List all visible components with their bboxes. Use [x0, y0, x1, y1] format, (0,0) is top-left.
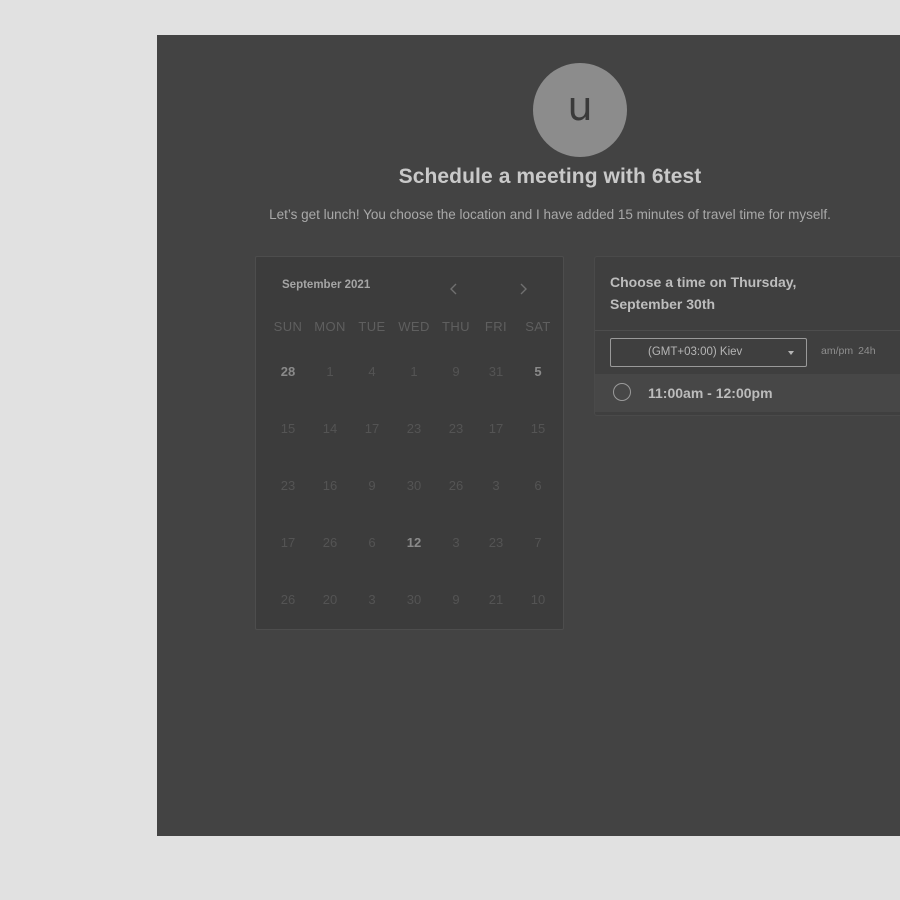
- calendar-day: 23: [448, 421, 464, 436]
- calendar-day: 7: [534, 535, 542, 550]
- calendar-day: 9: [452, 592, 460, 607]
- calendar-day: 21: [488, 592, 504, 607]
- calendar-day: 20: [322, 592, 338, 607]
- time-format-toggle: am/pm 24h: [821, 345, 876, 357]
- calendar-day[interactable]: 5: [518, 362, 558, 382]
- chevron-left-icon: [450, 283, 457, 295]
- calendar-day: 3: [492, 478, 500, 493]
- calendar-day[interactable]: 28: [268, 362, 308, 382]
- meeting-description: Let’s get lunch! You choose the location…: [269, 207, 831, 222]
- weekday-label: THU: [442, 319, 470, 334]
- previous-month-button[interactable]: [444, 279, 464, 299]
- calendar-day: 14: [322, 421, 338, 436]
- page-title: Schedule a meeting with 6test: [398, 165, 702, 188]
- calendar-day: 9: [452, 364, 460, 379]
- calendar-day: 6: [534, 478, 542, 493]
- calendar-day: 15: [280, 421, 296, 436]
- calendar-day: 1: [326, 364, 334, 379]
- weekday-label: FRI: [484, 319, 508, 334]
- calendar-day: 26: [448, 478, 464, 493]
- calendar-day: 16: [322, 478, 338, 493]
- timezone-value: (GMT+03:00) Kiev: [648, 346, 743, 358]
- divider: [595, 330, 900, 331]
- calendar-day: 3: [368, 592, 376, 607]
- weekday-label: TUE: [358, 319, 386, 334]
- calendar-month-label: September 2021: [282, 279, 371, 291]
- caret-down-icon: [788, 351, 794, 355]
- host-avatar: u: [533, 63, 627, 157]
- scheduling-panel: u Schedule a meeting with 6test Let’s ge…: [157, 35, 900, 836]
- calendar-day[interactable]: 12: [394, 533, 434, 553]
- weekday-label: SAT: [525, 319, 551, 334]
- radio-icon: [613, 383, 631, 401]
- time-slot-label: 11:00am - 12:00pm: [648, 385, 773, 401]
- calendar-day: 1: [410, 364, 418, 379]
- calendar-day: 17: [280, 535, 296, 550]
- format-24h-option[interactable]: 24h: [858, 345, 876, 357]
- calendar-day: 17: [364, 421, 380, 436]
- calendar-day: 9: [368, 478, 376, 493]
- calendar-day: 30: [406, 592, 422, 607]
- calendar-day: 31: [488, 364, 504, 379]
- timezone-select[interactable]: (GMT+03:00) Kiev: [610, 338, 807, 367]
- calendar-day: 26: [322, 535, 338, 550]
- selected-date-heading: Choose a time on Thursday, September 30t…: [610, 274, 797, 312]
- chevron-right-icon: [520, 283, 527, 295]
- calendar-day: 30: [406, 478, 422, 493]
- calendar-day: 3: [452, 535, 460, 550]
- weekday-header-row: SUN MON TUE WED THU FRI SAT: [268, 319, 558, 335]
- date-picker-calendar: September 2021 SUN MON TUE WED THU FRI S…: [255, 256, 564, 630]
- time-slot-panel: Choose a time on Thursday, September 30t…: [594, 256, 900, 416]
- weekday-label: MON: [314, 319, 346, 334]
- calendar-day: 23: [488, 535, 504, 550]
- weekday-label: WED: [398, 319, 430, 334]
- calendar-day: 23: [280, 478, 296, 493]
- calendar-day: 23: [406, 421, 422, 436]
- time-slot-option[interactable]: 11:00am - 12:00pm: [595, 374, 900, 412]
- calendar-day: 6: [368, 535, 376, 550]
- format-ampm-option[interactable]: am/pm: [821, 345, 853, 357]
- calendar-day-grid: 28 1 4 1 9 31 5 15 14 17 23 23 17 15 23 …: [268, 362, 558, 622]
- calendar-day: 10: [530, 592, 546, 607]
- calendar-day: 15: [530, 421, 546, 436]
- next-month-button[interactable]: [513, 279, 533, 299]
- calendar-day: 4: [368, 364, 376, 379]
- weekday-label: SUN: [273, 319, 303, 334]
- calendar-day: 17: [488, 421, 504, 436]
- calendar-day: 26: [280, 592, 296, 607]
